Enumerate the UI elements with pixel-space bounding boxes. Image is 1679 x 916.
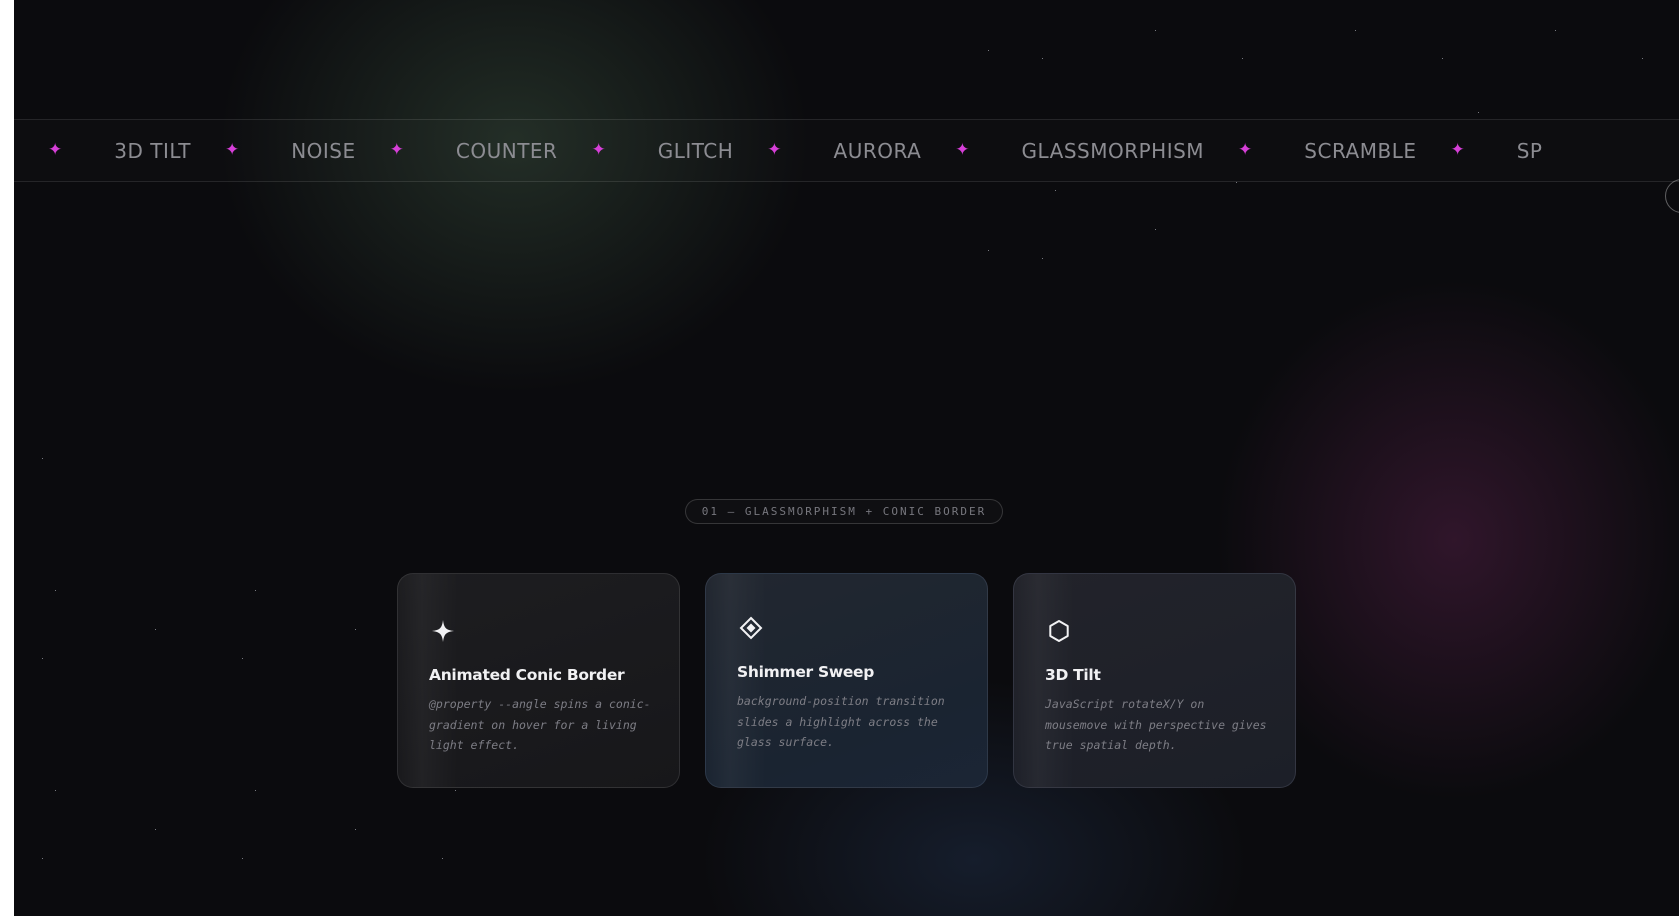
diamond-icon	[738, 615, 764, 641]
sparkle-icon: ✦	[591, 140, 606, 160]
marquee-item: AURORA	[833, 138, 922, 163]
sparkle-icon: ✦	[1450, 140, 1465, 160]
sparkle-icon: ✦	[1238, 140, 1253, 160]
card-description: JavaScript rotateX/Y on mousemove with p…	[1045, 697, 1267, 752]
card-title: Animated Conic Border	[429, 666, 625, 684]
cursor-ring	[1665, 179, 1679, 213]
card-3d-tilt[interactable]: 3D Tilt JavaScript rotateX/Y on mousemov…	[1013, 573, 1296, 788]
sparkle-icon: ✦	[224, 140, 240, 160]
card-description: background-position transition slides a …	[737, 694, 945, 749]
marquee-item: 3D TILT	[114, 138, 191, 163]
card-description: @property --angle spins a conic-gradient…	[429, 697, 651, 752]
feature-marquee: ✦ 3D TILT ✦ NOISE ✦ COUNTER ✦ GLITCH ✦ A…	[14, 119, 1679, 182]
card-animated-conic-border[interactable]: Animated Conic Border @property --angle …	[397, 573, 680, 788]
page-background: ✦ 3D TILT ✦ NOISE ✦ COUNTER ✦ GLITCH ✦ A…	[14, 0, 1679, 916]
marquee-track: ✦ 3D TILT ✦ NOISE ✦ COUNTER ✦ GLITCH ✦ A…	[14, 120, 1543, 181]
marquee-item: COUNTER	[455, 138, 558, 163]
sparkle-icon: ✦	[48, 140, 63, 160]
hexagon-icon	[1046, 618, 1072, 644]
sparkle-icon: ✦	[767, 140, 782, 160]
marquee-item: GLITCH	[657, 138, 734, 163]
card-shimmer-sweep[interactable]: Shimmer Sweep background-position transi…	[705, 573, 988, 788]
card-title: Shimmer Sweep	[737, 663, 875, 681]
section-label: 01 — GLASSMORPHISM + CONIC BORDER	[685, 499, 1003, 524]
marquee-item: SCRAMBLE	[1304, 138, 1417, 163]
four-point-star-icon	[430, 618, 456, 644]
marquee-item: GLASSMORPHISM	[1021, 138, 1205, 163]
marquee-item: SP	[1516, 138, 1543, 163]
sparkle-icon: ✦	[955, 140, 970, 160]
sparkle-icon: ✦	[389, 140, 404, 160]
marquee-item: NOISE	[291, 138, 356, 163]
card-title: 3D Tilt	[1045, 666, 1101, 684]
